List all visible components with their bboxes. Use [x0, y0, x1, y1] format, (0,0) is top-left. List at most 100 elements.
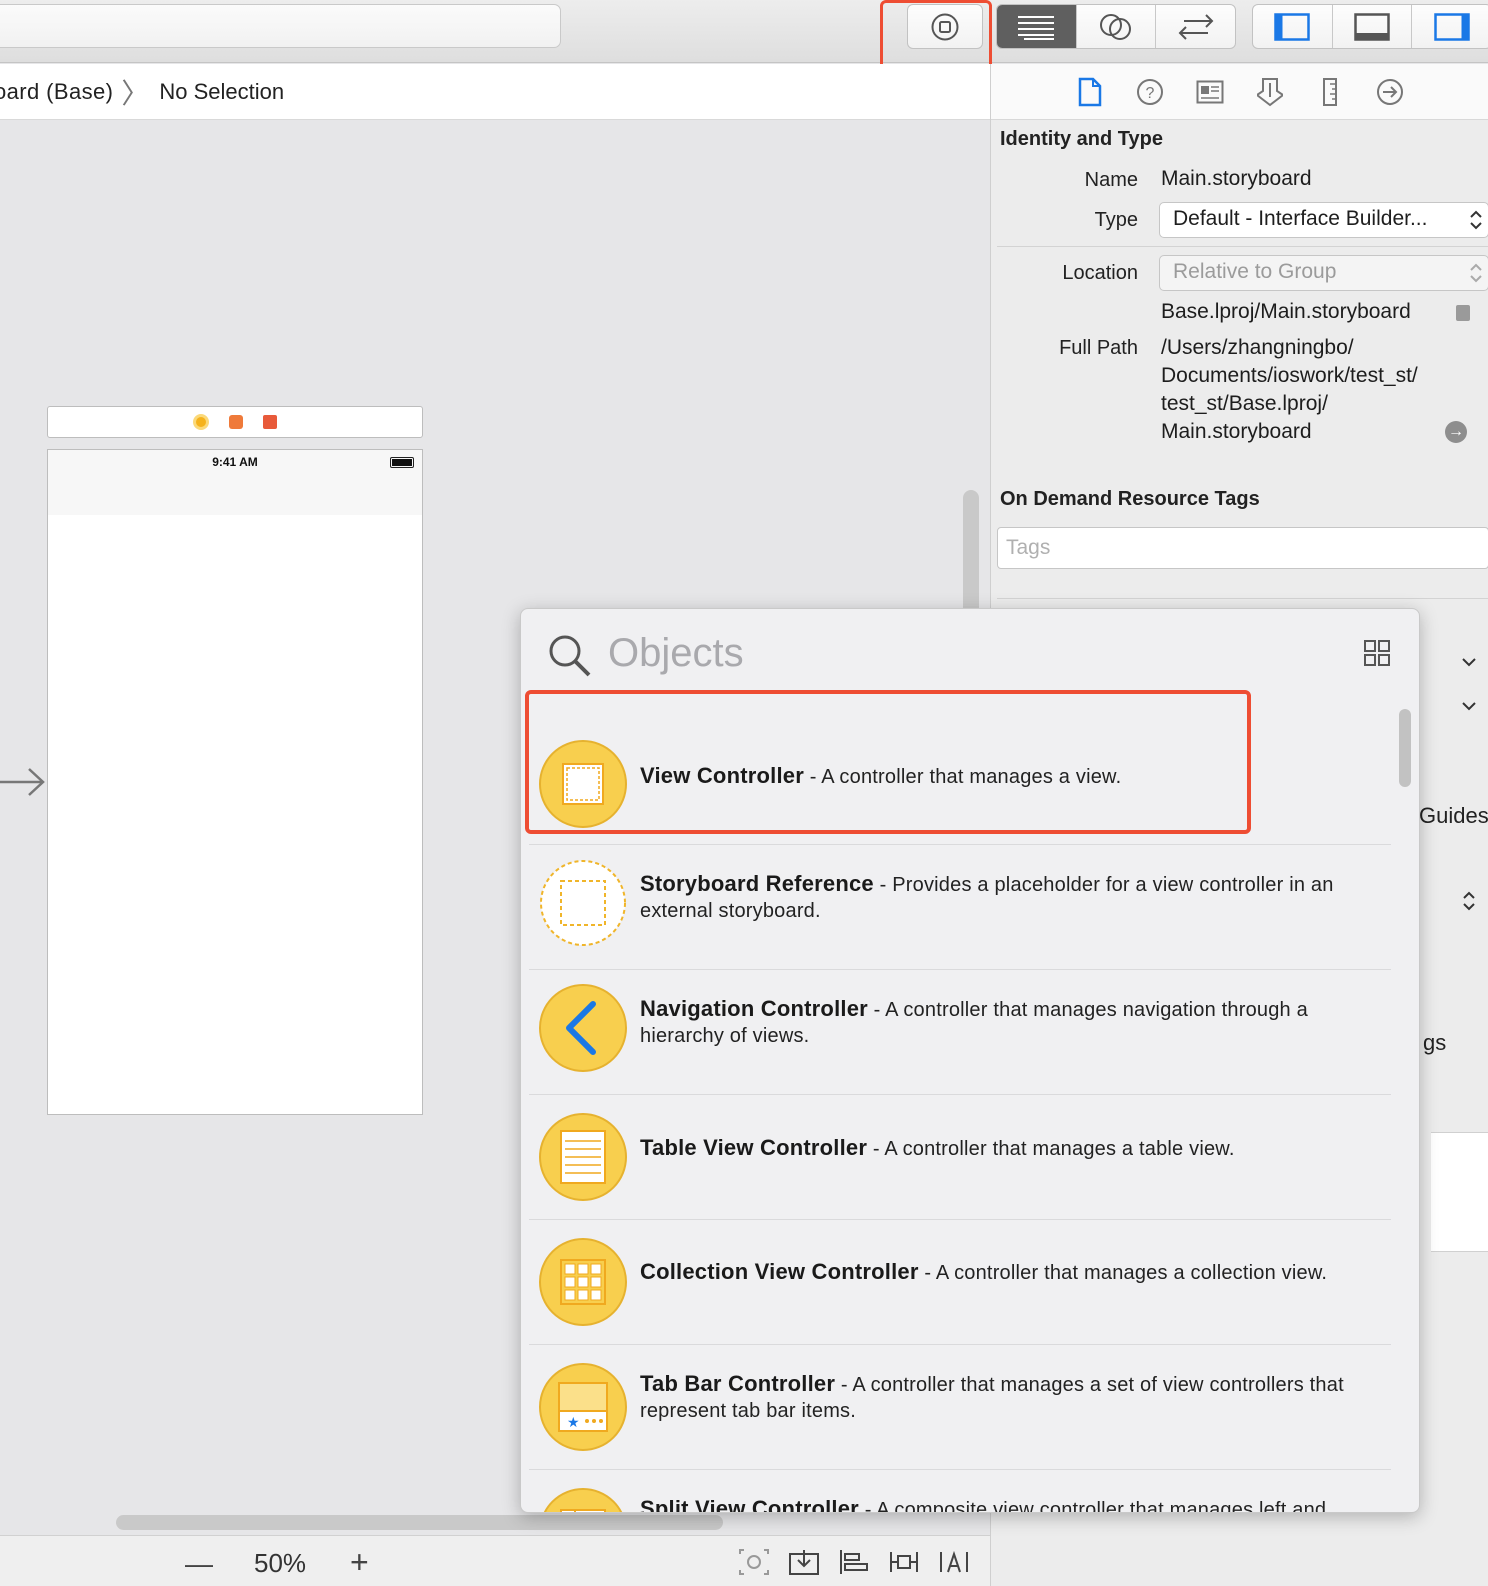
full-path-value: /Users/zhangningbo/ Documents/ioswork/te… — [1161, 334, 1418, 446]
pin-icon[interactable] — [888, 1548, 920, 1576]
full-path-line: Main.storyboard — [1161, 420, 1312, 443]
grid-view-icon[interactable] — [1363, 639, 1391, 667]
canvas-horizontal-scrollbar[interactable] — [116, 1515, 723, 1530]
library-scrollbar[interactable] — [1399, 709, 1411, 787]
tags-input[interactable]: Tags — [997, 527, 1488, 569]
hidden-panel — [1431, 1132, 1488, 1252]
tab-file-inspector[interactable] — [1076, 77, 1104, 107]
activity-viewer — [0, 4, 561, 48]
navigator-panel-icon — [1274, 12, 1311, 41]
breadcrumb-storyboard[interactable]: oard (Base) — [0, 79, 113, 105]
location-label: Location — [1062, 262, 1138, 284]
assistant-editor-icon — [1100, 13, 1131, 40]
zoom-level[interactable]: 50% — [254, 1548, 306, 1579]
toggle-utilities-button[interactable] — [1412, 5, 1488, 48]
type-value: Default - Interface Builder... — [1173, 207, 1428, 230]
jump-bar: oard (Base) 〉 No Selection — [0, 64, 990, 120]
list-item[interactable]: Storyboard Reference - Provides a placeh… — [529, 845, 1391, 970]
canvas-vertical-scrollbar[interactable] — [963, 490, 979, 620]
chevron-down-icon[interactable] — [1461, 698, 1477, 714]
view-toggle-control — [1252, 4, 1488, 49]
list-item[interactable]: ★ Tab Bar Controller - A controller that… — [529, 1345, 1391, 1470]
list-item-text: Split View Controller - A composite view… — [640, 1496, 1380, 1513]
item-desc: - A controller that manages a table view… — [867, 1138, 1235, 1160]
tab-connections-inspector[interactable] — [1376, 77, 1404, 107]
full-path-line: /Users/zhangningbo/ — [1161, 336, 1354, 359]
toggle-debug-area-button[interactable] — [1333, 5, 1413, 48]
item-name: Split View Controller — [640, 1496, 859, 1513]
zoom-in-button[interactable]: + — [350, 1544, 369, 1581]
list-item[interactable]: Collection View Controller - A controlle… — [529, 1220, 1391, 1345]
version-editor-icon — [1178, 13, 1214, 40]
tab-bar-controller-icon: ★ — [539, 1363, 627, 1451]
choose-file-icon[interactable] — [1456, 305, 1470, 321]
embed-in-stack-icon[interactable] — [788, 1548, 820, 1576]
popup-arrows-icon[interactable] — [1461, 889, 1477, 913]
list-item-text: Navigation Controller - A controller tha… — [640, 996, 1380, 1049]
odr-section-title: On Demand Resource Tags — [1000, 488, 1260, 510]
search-input[interactable]: Objects — [608, 631, 744, 676]
list-item-text: Tab Bar Controller - A controller that m… — [640, 1371, 1380, 1424]
battery-icon — [390, 457, 414, 468]
status-time: 9:41 AM — [212, 455, 258, 469]
list-item-text: Storyboard Reference - Provides a placeh… — [640, 871, 1380, 924]
tab-quick-help[interactable]: ? — [1136, 77, 1164, 107]
list-item[interactable]: Table View Controller - A controller tha… — [529, 1095, 1391, 1220]
align-icon[interactable] — [838, 1548, 870, 1576]
version-editor-button[interactable] — [1156, 5, 1235, 48]
chevron-down-icon[interactable] — [1461, 654, 1477, 670]
inspector-tabs: ? — [991, 64, 1488, 120]
debug-panel-icon — [1354, 12, 1390, 41]
search-icon — [549, 635, 591, 677]
first-responder-icon[interactable] — [229, 415, 243, 429]
item-name: Table View Controller — [640, 1135, 868, 1160]
resolve-auto-layout-icon[interactable] — [938, 1548, 970, 1576]
popup-arrows-icon — [1470, 263, 1482, 283]
layout-tools — [738, 1548, 970, 1576]
view-controller-dock-icon[interactable] — [193, 414, 209, 430]
collection-view-controller-icon — [539, 1238, 627, 1326]
view-controller-scene[interactable]: 9:41 AM — [47, 449, 423, 1115]
popup-arrows-icon — [1470, 210, 1482, 230]
guides-label: Guides — [1419, 803, 1488, 828]
item-name: Collection View Controller — [640, 1259, 919, 1284]
exit-icon[interactable] — [263, 415, 277, 429]
standard-editor-icon — [1018, 15, 1055, 40]
navigation-controller-icon — [539, 984, 627, 1072]
list-item[interactable]: Navigation Controller - A controller tha… — [529, 970, 1391, 1095]
initial-entry-arrow-icon[interactable] — [0, 767, 46, 797]
breadcrumb-selection[interactable]: No Selection — [159, 79, 284, 105]
location-popup[interactable]: Relative to Group — [1159, 255, 1488, 291]
full-path-line: test_st/Base.lproj/ — [1161, 392, 1328, 415]
tab-size-inspector[interactable] — [1316, 77, 1344, 107]
location-value: Relative to Group — [1173, 260, 1337, 283]
assistant-editor-button[interactable] — [1077, 5, 1157, 48]
scene-dock — [47, 406, 423, 438]
reveal-in-finder-icon[interactable]: → — [1445, 421, 1467, 443]
table-view-controller-icon — [539, 1113, 627, 1201]
split-view-controller-icon — [543, 1488, 623, 1512]
list-item[interactable]: Split View Controller - A composite view… — [529, 1470, 1391, 1513]
full-path-label: Full Path — [1059, 337, 1138, 359]
attributes-icon — [1257, 77, 1283, 106]
tab-attributes-inspector[interactable] — [1256, 77, 1284, 107]
update-frames-icon[interactable] — [738, 1548, 770, 1576]
divider — [997, 598, 1488, 599]
toggle-navigator-button[interactable] — [1253, 5, 1333, 48]
status-bar: 9:41 AM — [48, 450, 422, 515]
connections-icon — [1377, 78, 1403, 105]
type-popup[interactable]: Default - Interface Builder... — [1159, 202, 1488, 238]
utilities-panel-icon — [1433, 12, 1470, 41]
zoom-out-button[interactable]: — — [184, 1548, 214, 1580]
type-label: Type — [1094, 209, 1138, 231]
standard-editor-button[interactable] — [997, 5, 1077, 48]
tab-identity-inspector[interactable] — [1196, 77, 1224, 107]
canvas-bottom-bar: — 50% + — [0, 1535, 990, 1586]
item-name: Tab Bar Controller — [640, 1371, 836, 1396]
tags-label: gs — [1423, 1030, 1447, 1055]
library-search[interactable]: Objects — [521, 609, 1419, 699]
name-label: Name — [1084, 169, 1138, 191]
full-path-line: Documents/ioswork/test_st/ — [1161, 364, 1418, 387]
toolbar — [0, 0, 1488, 63]
ruler-icon — [1323, 77, 1337, 106]
